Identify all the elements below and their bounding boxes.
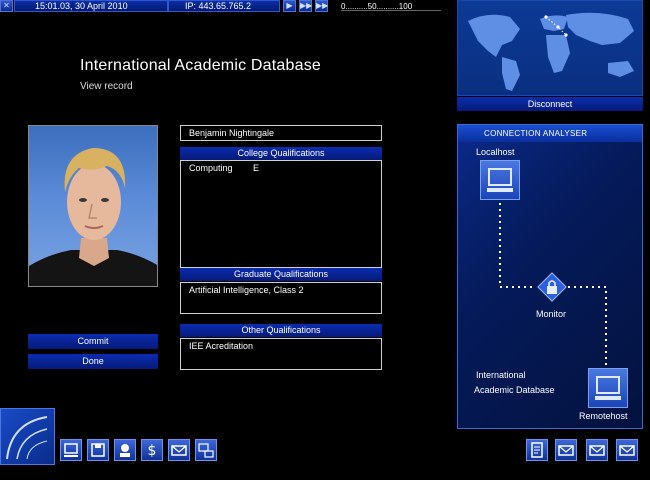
other-qualifications-header: Other Qualifications <box>180 324 382 337</box>
mail-button-3[interactable] <box>616 439 638 461</box>
svg-text:$: $ <box>148 443 157 459</box>
college-qualifications-header: College Qualifications <box>180 147 382 160</box>
hardware-icon <box>198 443 214 458</box>
lock-icon <box>537 272 567 302</box>
mail-button-1[interactable] <box>555 439 577 461</box>
remote-database-label-line1: International <box>476 370 526 380</box>
world-map-graphic <box>468 12 634 91</box>
disconnect-button[interactable]: Disconnect <box>457 97 643 111</box>
commit-button[interactable]: Commit <box>28 334 158 349</box>
done-button[interactable]: Done <box>28 354 158 369</box>
email-icon <box>171 445 187 456</box>
remotehost-node[interactable] <box>588 368 628 408</box>
uplink-logo[interactable] <box>0 408 55 465</box>
gateway-icon <box>120 444 130 457</box>
datetime-display: 15:01.03, 30 April 2010 <box>14 0 168 12</box>
mail-icon <box>619 445 635 456</box>
graduate-qualifications-box[interactable]: Artificial Intelligence, Class 2 <box>180 282 382 314</box>
hardware-button[interactable] <box>195 439 217 461</box>
speed-slider[interactable] <box>341 10 441 11</box>
computer-button[interactable] <box>60 439 82 461</box>
college-qualifications-box[interactable]: Computing E <box>180 160 382 268</box>
connection-analyser-panel: CONNECTION ANALYSER Localhost Monitor In… <box>457 124 643 429</box>
skip-button[interactable]: ▶▶ <box>315 0 328 12</box>
name-field[interactable]: Benjamin Nightingale <box>180 125 382 141</box>
college-subject: Computing <box>189 163 233 173</box>
mail-button-2[interactable] <box>586 439 608 461</box>
other-qualifications-box[interactable]: IEE Acreditation <box>180 338 382 370</box>
play-icon: ▶ <box>286 1 293 10</box>
page-title: International Academic Database <box>80 57 322 74</box>
finance-button[interactable]: $ <box>141 439 163 461</box>
document-button[interactable] <box>526 439 548 461</box>
document-icon <box>531 442 543 458</box>
close-icon: ✕ <box>3 1 10 10</box>
monitor-label: Monitor <box>536 309 567 319</box>
remotehost-label: Remotehost <box>579 411 628 421</box>
college-grade: E <box>253 163 260 173</box>
remote-database-label-line2: Academic Database <box>474 385 555 395</box>
disk-icon <box>91 443 105 457</box>
finance-icon: $ <box>148 443 157 459</box>
skip-icon: ▶▶ <box>316 1 329 10</box>
world-map[interactable] <box>457 0 643 96</box>
uplink-logo-icon <box>6 416 48 460</box>
computer-icon <box>595 376 621 400</box>
play-button[interactable]: ▶ <box>283 0 296 12</box>
fast-forward-icon: ▶▶ <box>300 1 313 10</box>
close-button[interactable]: ✕ <box>0 0 13 12</box>
email-button[interactable] <box>168 439 190 461</box>
monitor-node[interactable] <box>536 271 568 303</box>
fast-forward-button[interactable]: ▶▶ <box>299 0 312 12</box>
ip-display: IP: 443.65.765.2 <box>168 0 280 12</box>
person-portrait-icon <box>29 148 157 286</box>
gateway-button[interactable] <box>114 439 136 461</box>
mail-icon <box>589 445 605 456</box>
mail-icon <box>558 445 574 456</box>
computer-icon <box>64 443 78 457</box>
page-subtitle: View record <box>80 81 133 92</box>
disk-button[interactable] <box>87 439 109 461</box>
graduate-qualifications-header: Graduate Qualifications <box>180 268 382 281</box>
profile-photo <box>28 125 158 287</box>
